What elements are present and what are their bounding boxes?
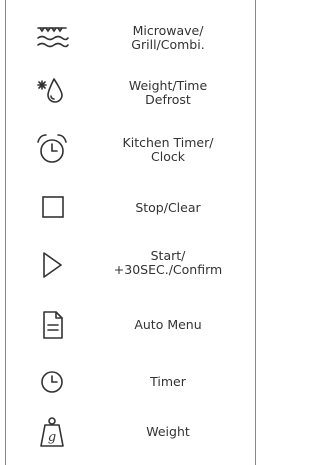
row-start-30sec-confirm: Start/ +30SEC./Confirm (6, 245, 255, 285)
label-line1: Weight/Time (128, 78, 208, 93)
row-stop-clear: Stop/Clear (6, 188, 255, 228)
alarm-clock-icon (32, 130, 72, 170)
control-panel-legend: Microwave/ Grill/Combi. Weight/Time Defr… (0, 0, 261, 465)
row-weight-time-defrost: Weight/Time Defrost (6, 73, 255, 113)
label-line2: Defrost (145, 92, 191, 107)
label-line2: Clock (151, 149, 185, 164)
label-line1: Stop/Clear (135, 200, 201, 215)
label-line2: Grill/Combi. (131, 37, 205, 52)
clock-icon (32, 362, 72, 402)
label-line1: Timer (150, 374, 186, 389)
weight-time-defrost-icon (32, 73, 72, 113)
document-icon (32, 305, 72, 345)
label-line1: Weight (146, 424, 190, 439)
label-line2: +30SEC./Confirm (113, 262, 223, 277)
row-microwave-grill-combi: Microwave/ Grill/Combi. (6, 20, 255, 60)
label-line1: Start/ (150, 248, 186, 263)
row-timer: Timer (6, 362, 255, 402)
label-line1: Kitchen Timer/ (122, 135, 214, 150)
row-auto-menu: Auto Menu (6, 305, 255, 345)
label-line1: Microwave/ (132, 23, 204, 38)
weight-g-icon: g (32, 412, 72, 452)
label-line1: Auto Menu (134, 317, 202, 332)
svg-text:g: g (48, 430, 56, 445)
stop-square-icon (32, 188, 72, 228)
row-kitchen-timer-clock: Kitchen Timer/ Clock (6, 130, 255, 170)
right-border (255, 0, 256, 465)
row-weight: g Weight (6, 412, 255, 452)
microwave-grill-icon (32, 20, 72, 60)
play-triangle-icon (32, 245, 72, 285)
